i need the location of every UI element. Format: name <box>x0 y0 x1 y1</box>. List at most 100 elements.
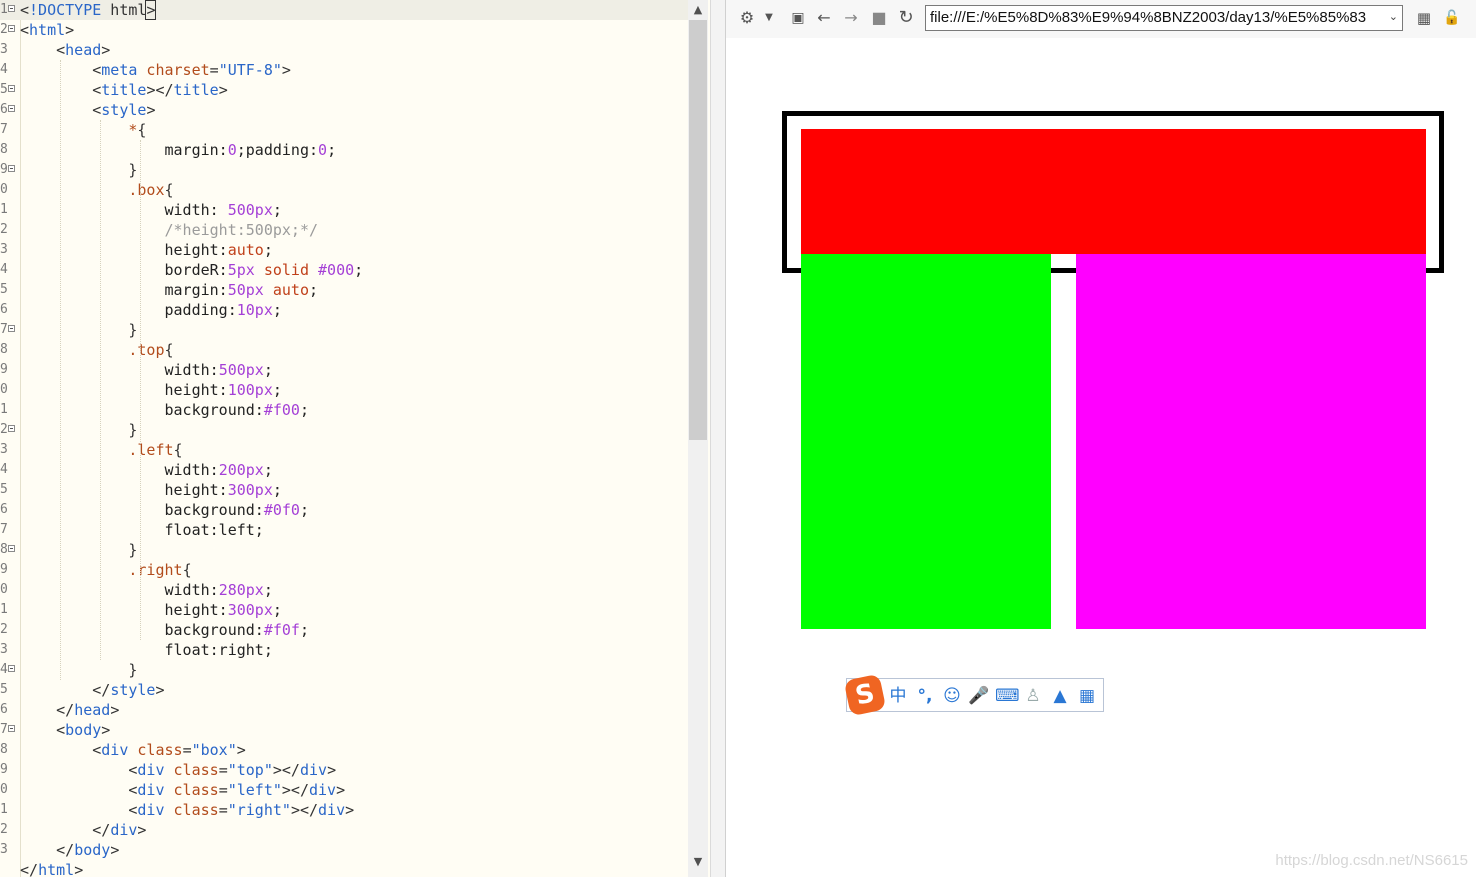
code-token: div <box>299 761 328 779</box>
toolbox-grid-icon[interactable]: ▦ <box>1076 685 1098 707</box>
code-line[interactable]: 9 .right{ <box>0 560 688 580</box>
emoji-icon[interactable]: ☺ <box>941 685 963 707</box>
code-line[interactable]: 9 <div class="top"></div> <box>0 760 688 780</box>
code-line[interactable]: 2 <html> <box>0 20 688 40</box>
code-line[interactable]: </html> <box>0 860 688 877</box>
editor-vertical-scrollbar[interactable]: ▲ ▼ <box>688 0 708 877</box>
code-token: title <box>101 81 147 99</box>
code-line[interactable]: 3 height:auto; <box>0 240 688 260</box>
code-line[interactable]: 5 <title></title> <box>0 80 688 100</box>
back-arrow-icon[interactable]: ← <box>814 8 834 28</box>
code-line[interactable]: 3 .left{ <box>0 440 688 460</box>
ime-toolbar[interactable]: S 中 °, ☺ 🎤 ⌨ ♙ ▲ ▦ <box>843 673 1104 717</box>
line-number: 6 <box>0 702 8 717</box>
code-line[interactable]: 7 *{ <box>0 120 688 140</box>
fold-toggle-icon[interactable] <box>8 425 15 432</box>
top-block <box>801 129 1426 254</box>
fold-toggle-icon[interactable] <box>8 25 15 32</box>
address-dropdown-icon[interactable]: ⌄ <box>1389 10 1398 23</box>
code-line[interactable]: 6 background:#0f0; <box>0 500 688 520</box>
address-bar[interactable]: file:///E:/%E5%8D%83%E9%94%8BNZ2003/day1… <box>925 5 1403 31</box>
code-line[interactable]: 1 height:300px; <box>0 600 688 620</box>
fold-toggle-icon[interactable] <box>8 5 15 12</box>
qr-code-icon[interactable]: ▦ <box>1414 8 1434 28</box>
code-line[interactable]: 0 width:280px; <box>0 580 688 600</box>
code-line[interactable]: 3 </body> <box>0 840 688 860</box>
code-area[interactable]: 1 <!DOCTYPE html> 2 <html> 3 <head> 4 <meta c… <box>0 0 688 877</box>
code-line[interactable]: 4 bordeR:5px solid #000; <box>0 260 688 280</box>
code-token: html <box>101 1 147 19</box>
code-line[interactable]: 8 } <box>0 540 688 560</box>
code-line[interactable]: 6 </head> <box>0 700 688 720</box>
code-token: ; <box>272 201 282 219</box>
fold-toggle-icon[interactable] <box>8 545 15 552</box>
code-text: <style> <box>20 100 155 120</box>
fold-toggle-icon[interactable] <box>8 165 15 172</box>
fold-toggle-icon[interactable] <box>8 105 15 112</box>
terminal-icon[interactable]: ▣ <box>788 8 808 28</box>
fold-toggle-icon[interactable] <box>8 725 15 732</box>
code-line[interactable]: 4 width:200px; <box>0 460 688 480</box>
code-token: height: <box>20 241 228 259</box>
code-line[interactable]: 0 <div class="left"></div> <box>0 780 688 800</box>
code-line[interactable]: 9 } <box>0 160 688 180</box>
code-token: } <box>20 421 138 439</box>
scroll-down-arrow-icon[interactable]: ▼ <box>688 852 708 872</box>
address-bar-url[interactable]: file:///E:/%E5%8D%83%E9%94%8BNZ2003/day1… <box>930 6 1382 30</box>
fold-toggle-icon[interactable] <box>8 85 15 92</box>
skin-shirt-icon[interactable]: ▲ <box>1049 685 1071 707</box>
code-line[interactable]: 1 <!DOCTYPE html> <box>0 0 688 20</box>
code-token: ></ <box>146 81 174 99</box>
settings-dropdown-icon[interactable]: ▼ <box>762 8 776 28</box>
code-line[interactable]: 2 </div> <box>0 820 688 840</box>
code-token: 200px <box>218 461 264 479</box>
scroll-up-arrow-icon[interactable]: ▲ <box>688 0 708 20</box>
code-line[interactable]: 2 } <box>0 420 688 440</box>
ime-punctuation-label[interactable]: °, <box>914 685 936 707</box>
code-line[interactable]: 6 padding:10px; <box>0 300 688 320</box>
code-line[interactable]: 4 } <box>0 660 688 680</box>
code-line[interactable]: 7 <body> <box>0 720 688 740</box>
reload-icon[interactable]: ↻ <box>895 8 917 28</box>
code-line[interactable]: 6 <style> <box>0 100 688 120</box>
code-line[interactable]: 1 width: 500px; <box>0 200 688 220</box>
code-line[interactable]: 3 <head> <box>0 40 688 60</box>
microphone-icon[interactable]: 🎤 <box>968 685 990 707</box>
code-line[interactable]: 7 } <box>0 320 688 340</box>
code-line[interactable]: 2 background:#f0f; <box>0 620 688 640</box>
code-line[interactable]: 9 width:500px; <box>0 360 688 380</box>
code-token: margin: <box>20 281 228 299</box>
keyboard-icon[interactable]: ⌨ <box>995 685 1020 707</box>
ime-mode-label[interactable]: 中 <box>887 685 909 707</box>
code-line[interactable]: 4 <meta charset="UTF-8"> <box>0 60 688 80</box>
code-line[interactable]: 8 <div class="box"> <box>0 740 688 760</box>
code-line[interactable]: 1 background:#f00; <box>0 400 688 420</box>
lock-icon[interactable]: 🔓 <box>1442 8 1462 28</box>
line-number: 9 <box>0 362 8 377</box>
fold-toggle-icon[interactable] <box>8 325 15 332</box>
scrollbar-thumb[interactable] <box>689 20 707 440</box>
forward-arrow-icon[interactable]: → <box>841 8 861 28</box>
code-line[interactable]: 7 float:left; <box>0 520 688 540</box>
code-line[interactable]: 5 margin:50px auto; <box>0 280 688 300</box>
user-icon[interactable]: ♙ <box>1022 685 1044 707</box>
code-line[interactable]: 0 height:100px; <box>0 380 688 400</box>
code-line[interactable]: 3 float:right; <box>0 640 688 660</box>
code-token: 280px <box>218 581 264 599</box>
code-line[interactable]: 5 height:300px; <box>0 480 688 500</box>
code-line[interactable]: 2 /*height:500px;*/ <box>0 220 688 240</box>
code-token: > <box>137 821 147 839</box>
code-line[interactable]: 1 <div class="right"></div> <box>0 800 688 820</box>
code-line[interactable]: 0 .box{ <box>0 180 688 200</box>
line-number: 7 <box>0 122 8 137</box>
code-line[interactable]: 8 margin:0;padding:0; <box>0 140 688 160</box>
fold-toggle-icon[interactable] <box>8 665 15 672</box>
code-token: < <box>20 761 138 779</box>
code-editor[interactable]: 1 <!DOCTYPE html> 2 <html> 3 <head> 4 <meta c… <box>0 0 710 877</box>
code-line[interactable]: 8 .top{ <box>0 340 688 360</box>
pane-splitter[interactable] <box>710 0 726 877</box>
gear-icon[interactable]: ⚙ <box>736 8 758 28</box>
stop-icon[interactable]: ■ <box>869 8 889 28</box>
sogou-logo[interactable]: S <box>843 673 887 717</box>
code-line[interactable]: 5 </style> <box>0 680 688 700</box>
